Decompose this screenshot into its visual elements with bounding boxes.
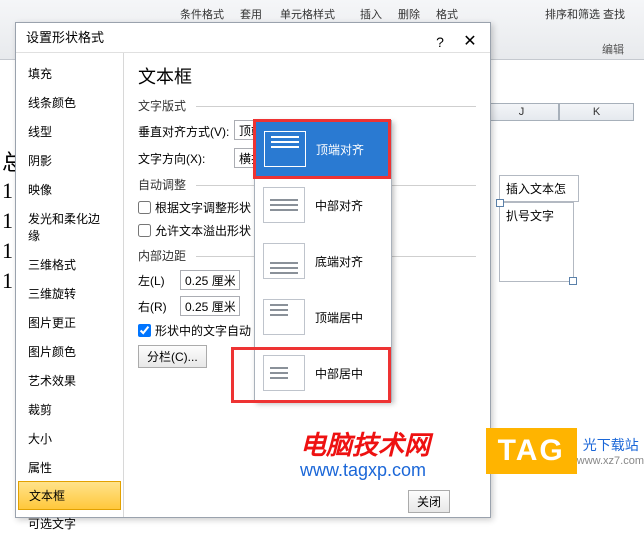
dialog-title-text: 设置形状格式 — [26, 30, 104, 45]
ribbon-btn[interactable]: 套用 — [240, 6, 262, 22]
textdir-label: 文字方向(X): — [138, 150, 234, 167]
sidebar-item-3dformat[interactable]: 三维格式 — [16, 250, 123, 279]
align-top-icon — [264, 131, 306, 167]
menu-item-label: 中部对齐 — [315, 197, 363, 214]
menu-item-label: 顶端对齐 — [316, 141, 364, 158]
valign-label: 垂直对齐方式(V): — [138, 123, 234, 140]
align-bottom-icon — [263, 243, 305, 279]
columns-button[interactable]: 分栏(C)... — [138, 345, 207, 368]
help-icon[interactable]: ? — [428, 27, 452, 49]
dialog-title: 设置形状格式 ? ✕ — [16, 23, 490, 53]
column-header[interactable]: J — [484, 103, 559, 121]
close-icon[interactable]: ✕ — [458, 27, 482, 49]
column-header[interactable]: K — [559, 103, 634, 121]
sidebar-item-props[interactable]: 属性 — [16, 453, 123, 482]
sidebar-item-3drotate[interactable]: 三维旋转 — [16, 279, 123, 308]
tag-text: 光下载站 — [583, 435, 644, 455]
ribbon-btn[interactable]: 条件格式 — [180, 6, 224, 22]
align-middle-icon — [263, 187, 305, 223]
row-char: 1 — [2, 238, 13, 264]
sidebar-item-shadow[interactable]: 阴影 — [16, 146, 123, 175]
sidebar-item-linestyle[interactable]: 线型 — [16, 117, 123, 146]
resize-shape-label: 根据文字调整形状 — [155, 199, 251, 216]
sidebar-item-piccolor[interactable]: 图片颜色 — [16, 337, 123, 366]
ribbon-btn[interactable]: 删除 — [398, 6, 420, 22]
sidebar-item-fill[interactable]: 填充 — [16, 59, 123, 88]
ribbon-btn[interactable]: 排序和筛选 查找 — [545, 6, 625, 22]
sidebar-item-alttext[interactable]: 可选文字 — [16, 509, 123, 538]
menu-item-label: 中部居中 — [315, 365, 363, 382]
menu-item-bottom-align[interactable]: 底端对齐 — [255, 233, 391, 289]
row-char: 1 — [2, 208, 13, 234]
tag-sub: www.xz7.com — [577, 455, 644, 467]
margin-right-label: 右(R) — [138, 298, 180, 315]
ribbon-btn[interactable]: 插入 — [360, 6, 382, 22]
sidebar-item-linecolor[interactable]: 线条颜色 — [16, 88, 123, 117]
menu-item-label: 底端对齐 — [315, 253, 363, 270]
ribbon-btn[interactable]: 格式 — [436, 6, 458, 22]
resize-shape-checkbox[interactable] — [138, 201, 151, 214]
section-textlayout: 文字版式 — [138, 97, 476, 114]
wrap-checkbox[interactable] — [138, 324, 151, 337]
margin-left-label: 左(L) — [138, 272, 180, 289]
sidebar-item-textbox[interactable]: 文本框 — [18, 481, 121, 510]
valign-dropdown-menu: 顶端对齐 中部对齐 底端对齐 顶端居中 中部居中 — [254, 120, 392, 402]
align-top-center-icon — [263, 299, 305, 335]
close-button[interactable]: 关闭 — [408, 490, 450, 513]
tag-watermark: TAG 光下载站 www.xz7.com — [486, 428, 644, 474]
watermark-url: www.tagxp.com — [300, 460, 426, 481]
sidebar-item-artistic[interactable]: 艺术效果 — [16, 366, 123, 395]
row-char: 1 — [2, 268, 13, 294]
dialog-sidebar: 填充 线条颜色 线型 阴影 映像 发光和柔化边缘 三维格式 三维旋转 图片更正 … — [16, 53, 124, 517]
sidebar-item-size[interactable]: 大小 — [16, 424, 123, 453]
align-middle-center-icon — [263, 355, 305, 391]
menu-item-middle-center[interactable]: 中部居中 — [255, 345, 391, 401]
ribbon-group-label: 编辑 — [602, 41, 624, 57]
ribbon-btn[interactable]: 单元格样式 — [280, 6, 335, 22]
menu-item-label: 顶端居中 — [315, 309, 363, 326]
tag-badge: TAG — [486, 428, 577, 474]
sidebar-item-reflection[interactable]: 映像 — [16, 175, 123, 204]
overflow-label: 允许文本溢出形状 — [155, 222, 251, 239]
menu-item-middle-align[interactable]: 中部对齐 — [255, 177, 391, 233]
menu-item-top-center[interactable]: 顶端居中 — [255, 289, 391, 345]
margin-left-input[interactable] — [180, 270, 240, 290]
sidebar-item-piccorrect[interactable]: 图片更正 — [16, 308, 123, 337]
textbox-shape[interactable]: 插入文本怎 — [499, 175, 579, 202]
wrap-label: 形状中的文字自动 — [155, 322, 251, 339]
sidebar-item-crop[interactable]: 裁剪 — [16, 395, 123, 424]
watermark-text: 电脑技术网 — [300, 425, 430, 462]
sidebar-item-glow[interactable]: 发光和柔化边缘 — [16, 204, 123, 250]
menu-item-top-align[interactable]: 顶端对齐 — [255, 121, 391, 177]
row-char: 1 — [2, 178, 13, 204]
content-heading: 文本框 — [138, 63, 476, 89]
margin-right-input[interactable] — [180, 296, 240, 316]
textbox-shape-selected[interactable]: 扒号文字 — [499, 202, 574, 282]
overflow-checkbox[interactable] — [138, 224, 151, 237]
